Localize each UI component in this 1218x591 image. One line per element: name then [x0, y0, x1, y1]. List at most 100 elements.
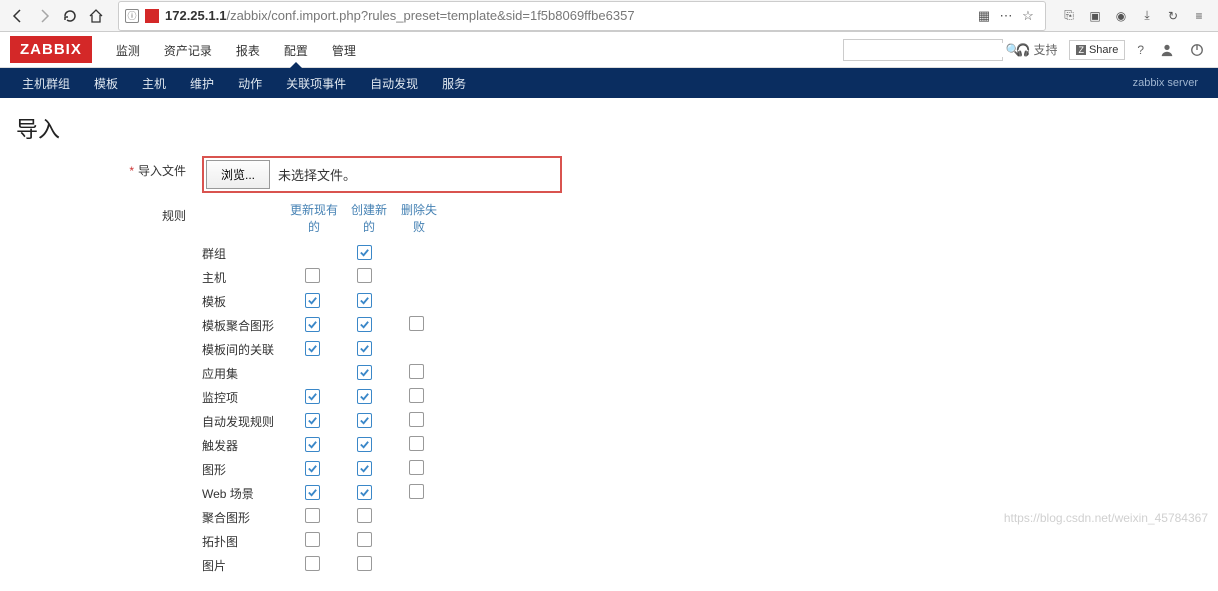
- rule-name: 模板: [202, 293, 286, 310]
- sub-nav-item-5[interactable]: 关联项事件: [274, 67, 358, 100]
- main-nav-item-1[interactable]: 资产记录: [154, 32, 222, 67]
- checkbox-update-2[interactable]: [305, 293, 320, 308]
- checkbox-update-3[interactable]: [305, 317, 320, 332]
- checkbox-update-12[interactable]: [305, 532, 320, 547]
- rule-name: 图形: [202, 461, 286, 478]
- support-label: 支持: [1033, 41, 1057, 58]
- checkbox-create-6[interactable]: [357, 389, 372, 404]
- star-icon[interactable]: ☆: [1017, 5, 1039, 27]
- checkbox-delete-7[interactable]: [409, 412, 424, 427]
- rule-row: 拓扑图: [202, 529, 442, 553]
- rule-name: 聚合图形: [202, 509, 286, 526]
- sub-nav-item-4[interactable]: 动作: [226, 67, 274, 100]
- checkbox-create-12[interactable]: [357, 532, 372, 547]
- rule-row: 模板间的关联: [202, 337, 442, 361]
- sub-nav-item-6[interactable]: 自动发现: [358, 67, 430, 100]
- user-icon[interactable]: [1156, 39, 1178, 61]
- main-nav: 监测资产记录报表配置管理: [106, 32, 844, 67]
- checkbox-create-4[interactable]: [357, 341, 372, 356]
- rule-row: 自动发现规则: [202, 409, 442, 433]
- help-button[interactable]: ?: [1133, 39, 1148, 61]
- checkbox-create-7[interactable]: [357, 413, 372, 428]
- rule-row: 群组: [202, 241, 442, 265]
- forward-button[interactable]: [34, 6, 54, 26]
- rule-name: 应用集: [202, 365, 286, 382]
- checkbox-create-9[interactable]: [357, 461, 372, 476]
- col-update: 更新现有的: [286, 201, 342, 235]
- file-status: 未选择文件。: [278, 165, 558, 184]
- checkbox-update-6[interactable]: [305, 389, 320, 404]
- checkbox-create-0[interactable]: [357, 245, 372, 260]
- power-icon[interactable]: [1186, 39, 1208, 61]
- sidebar-icon[interactable]: ▣: [1084, 5, 1106, 27]
- checkbox-delete-9[interactable]: [409, 460, 424, 475]
- back-button[interactable]: [8, 6, 28, 26]
- main-nav-item-2[interactable]: 报表: [226, 32, 270, 67]
- rules-header: 更新现有的 创建新的 删除失败: [286, 201, 442, 235]
- support-link[interactable]: 🎧 支持: [1011, 37, 1061, 62]
- sub-nav-item-1[interactable]: 模板: [82, 67, 130, 100]
- more-icon[interactable]: ⋯: [995, 5, 1017, 27]
- checkbox-create-11[interactable]: [357, 508, 372, 523]
- info-icon[interactable]: ⓘ: [125, 9, 139, 23]
- import-form: *导入文件 浏览... 未选择文件。 规则 更新现有的 创建新的 删除失败 群组…: [0, 150, 1218, 591]
- checkbox-create-2[interactable]: [357, 293, 372, 308]
- rule-name: 模板间的关联: [202, 341, 286, 358]
- rule-name: 自动发现规则: [202, 413, 286, 430]
- main-nav-item-4[interactable]: 管理: [322, 32, 366, 67]
- rule-row: 监控项: [202, 385, 442, 409]
- checkbox-delete-5[interactable]: [409, 364, 424, 379]
- search-input[interactable]: [850, 43, 1005, 57]
- main-nav-item-0[interactable]: 监测: [106, 32, 150, 67]
- checkbox-update-13[interactable]: [305, 556, 320, 571]
- rules-block: 更新现有的 创建新的 删除失败 群组主机模板模板聚合图形模板间的关联应用集监控项…: [202, 201, 442, 577]
- sub-nav-item-2[interactable]: 主机: [130, 67, 178, 100]
- rule-row: 模板: [202, 289, 442, 313]
- library-icon[interactable]: ⎘: [1058, 5, 1080, 27]
- sub-nav: 主机群组模板主机维护动作关联项事件自动发现服务 zabbix server: [0, 68, 1218, 98]
- rule-name: 拓扑图: [202, 533, 286, 550]
- download-icon[interactable]: ⤓: [1136, 5, 1158, 27]
- sync-icon[interactable]: ◉: [1110, 5, 1132, 27]
- search-box[interactable]: 🔍: [843, 39, 1003, 61]
- server-name: zabbix server: [1133, 77, 1208, 89]
- file-field: 浏览... 未选择文件。: [202, 156, 562, 193]
- rules-label: 规则: [16, 201, 202, 224]
- sub-nav-item-0[interactable]: 主机群组: [10, 67, 82, 100]
- share-button[interactable]: ZShare: [1069, 40, 1125, 60]
- checkbox-create-1[interactable]: [357, 268, 372, 283]
- reload-button[interactable]: [60, 6, 80, 26]
- rule-name: 触发器: [202, 437, 286, 454]
- checkbox-create-13[interactable]: [357, 556, 372, 571]
- main-nav-item-3[interactable]: 配置: [274, 32, 318, 67]
- home-button[interactable]: [86, 6, 106, 26]
- checkbox-delete-8[interactable]: [409, 436, 424, 451]
- rule-row: 图片: [202, 553, 442, 577]
- checkbox-update-4[interactable]: [305, 341, 320, 356]
- checkbox-create-5[interactable]: [357, 365, 372, 380]
- checkbox-update-8[interactable]: [305, 437, 320, 452]
- checkbox-create-10[interactable]: [357, 485, 372, 500]
- browse-button[interactable]: 浏览...: [206, 160, 270, 189]
- reader-icon[interactable]: ▦: [973, 5, 995, 27]
- sub-nav-item-3[interactable]: 维护: [178, 67, 226, 100]
- checkbox-update-9[interactable]: [305, 461, 320, 476]
- checkbox-delete-6[interactable]: [409, 388, 424, 403]
- sub-nav-item-7[interactable]: 服务: [430, 67, 478, 100]
- menu-icon[interactable]: ≡: [1188, 5, 1210, 27]
- refresh-icon[interactable]: ↻: [1162, 5, 1184, 27]
- url-bar[interactable]: ⓘ 172.25.1.1/zabbix/conf.import.php?rule…: [118, 1, 1046, 31]
- app-logo[interactable]: ZABBIX: [10, 36, 92, 63]
- checkbox-update-10[interactable]: [305, 485, 320, 500]
- rule-row: 应用集: [202, 361, 442, 385]
- file-row: *导入文件 浏览... 未选择文件。: [16, 156, 1202, 193]
- checkbox-update-1[interactable]: [305, 268, 320, 283]
- checkbox-create-3[interactable]: [357, 317, 372, 332]
- checkbox-update-11[interactable]: [305, 508, 320, 523]
- url-host: 172.25.1.1: [165, 8, 226, 23]
- checkbox-create-8[interactable]: [357, 437, 372, 452]
- checkbox-update-7[interactable]: [305, 413, 320, 428]
- checkbox-delete-10[interactable]: [409, 484, 424, 499]
- file-label: *导入文件: [16, 156, 202, 179]
- checkbox-delete-3[interactable]: [409, 316, 424, 331]
